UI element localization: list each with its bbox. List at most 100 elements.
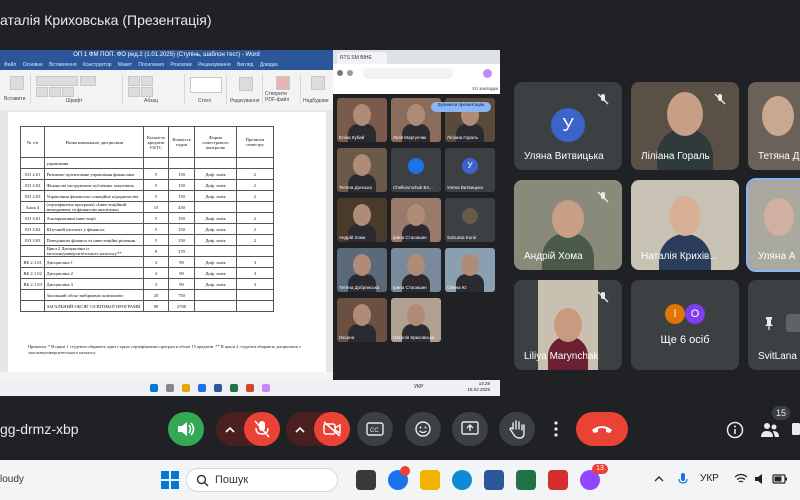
table-cell: 5 [143,223,169,235]
ribbon-tab[interactable]: Основне [23,62,43,68]
mini-participant-tile[interactable]: Олена Ю [445,248,495,292]
ribbon-tab[interactable]: Вигляд [237,62,253,68]
reload-icon[interactable] [347,70,353,76]
audio-button[interactable] [168,412,204,446]
info-icon[interactable] [726,421,744,439]
more-participants-tile[interactable]: І О Ще 6 осіб [631,280,739,370]
pin-icon[interactable] [762,316,776,330]
ribbon-tab[interactable]: Файл [4,62,16,68]
shared-screen: ОП 1 ФМ ПОП. ФО ред.2 (1.01.2025) (Ступі… [0,50,500,396]
task-view-icon[interactable] [356,470,376,490]
raise-hand-button[interactable] [499,412,535,446]
participant-name: Liliya Marynchak [524,351,599,362]
align-left-icon[interactable] [128,87,140,97]
bold-icon[interactable] [36,87,48,97]
mini-participant-tile[interactable]: Тетяна Донська [337,148,387,192]
font-name-box[interactable] [36,76,78,86]
participant-tile[interactable]: Наталія Крихів... [631,180,739,270]
ribbon-tab[interactable]: Посилання [138,62,164,68]
ribbon-group-clipboard[interactable]: Вставити [2,74,31,104]
ribbon-tab[interactable]: Вставлення [49,62,76,68]
captions-button[interactable]: CC [357,412,393,446]
ribbon-group-styles[interactable]: Стилі [186,74,227,104]
battery-icon[interactable] [772,473,788,485]
ribbon-tab[interactable]: Конструктор [83,62,112,68]
mini-participant-tile[interactable]: У Уляна Витвицька [445,148,495,192]
ribbon-tab[interactable]: Розсилки [170,62,191,68]
ribbon-tab[interactable]: Макет [118,62,132,68]
reactions-button[interactable] [405,412,441,446]
more-options-button[interactable] [545,412,567,446]
ribbon-group-pdf[interactable]: Створити PDF-файл [264,74,301,104]
participant-tile[interactable]: Тетяна Д [748,82,800,170]
microphone-control[interactable] [216,412,280,446]
table-cell: 2 [235,223,275,235]
ribbon-group-paragraph[interactable]: Абзац [124,74,185,104]
camera-toggle-button[interactable] [314,412,350,446]
all-bookmarks-link[interactable]: Усі закладки [472,84,498,94]
microphone-icon[interactable] [678,472,688,486]
styles-gallery[interactable] [190,77,222,93]
people-icon[interactable] [760,421,780,439]
inner-date: 18.02.2025 [467,387,490,392]
present-button[interactable] [452,412,488,446]
language-indicator[interactable]: УКР [700,473,719,484]
ribbon-tab[interactable]: Довідка [260,62,278,68]
document-page[interactable]: № з/п Назва навчальної дисципліни Кількі… [8,112,326,374]
participant-tile[interactable]: У Уляна Витвицька [514,82,622,170]
file-explorer-icon[interactable] [420,470,440,490]
bullets-icon[interactable] [128,76,140,86]
taskbar-search[interactable]: Пошук [186,468,338,492]
address-bar[interactable] [363,68,453,79]
excel-icon[interactable] [516,470,536,490]
ribbon-tab[interactable]: Рецензування [198,62,231,68]
word-icon[interactable] [484,470,504,490]
mini-participant-tile[interactable]: Ірина Стасишин [391,248,441,292]
table-cell: 15 [143,201,169,213]
wifi-icon[interactable] [734,473,748,485]
weather-widget[interactable]: loudy [0,474,24,485]
chevron-up-icon[interactable] [294,424,306,434]
leave-call-button[interactable] [576,412,628,446]
participant-tile-speaking[interactable]: Уляна А [746,178,800,272]
participant-name: Андрій Хома [524,251,583,262]
chevron-up-icon[interactable] [224,424,236,434]
align-center-icon[interactable] [141,87,153,97]
mini-participant-tile[interactable]: Chelkovnichuk Вл... [391,148,441,192]
windows-start-icon[interactable] [160,470,180,490]
mini-participant-tile[interactable]: Еліна Кубай [337,98,387,142]
underline-icon[interactable] [62,87,74,97]
profile-avatar[interactable] [483,69,492,78]
ribbon-group-editing[interactable]: Редагування [228,74,263,104]
stop-presenting-button[interactable]: Зупинити презентацію [431,102,491,112]
inner-clock: 14:29 18.02.2025 [467,381,490,393]
camera-control[interactable] [286,412,350,446]
mini-participant-tile[interactable]: Ірина Стасишин [391,198,441,242]
italic-icon[interactable] [49,87,61,97]
volume-icon[interactable] [754,473,768,485]
acrobat-icon[interactable] [548,470,568,490]
mic-toggle-button[interactable] [244,412,280,446]
participant-tile[interactable]: Ліліана Гораль [631,82,739,170]
presentation-title: аталія Криховська (Презентація) [0,12,212,28]
back-icon[interactable] [337,70,343,76]
ribbon-group-addins[interactable]: Надбудови [302,74,332,104]
font-size-box[interactable] [80,76,96,86]
mini-participant-tile[interactable]: Тетяна Добрянська [337,248,387,292]
mini-participant-tile[interactable]: SvitLana Kurul [445,198,495,242]
unread-badge: 13 [592,464,608,474]
participant-tile[interactable]: SvitLana [748,280,800,370]
mini-participant-tile[interactable]: Андрій Хома [337,198,387,242]
table-cell: 5 [143,234,169,246]
mini-participant-tile[interactable]: Наталія Криховська [391,298,441,342]
participant-tile[interactable]: Liliya Marynchak [514,280,622,370]
chat-icon[interactable] [792,421,800,439]
participant-tile[interactable]: Андрій Хома [514,180,622,270]
edge-icon[interactable] [452,470,472,490]
chevron-up-icon[interactable] [654,474,664,484]
browser-tab[interactable]: RTS SM ВІНЕ рейти... [337,52,387,73]
mini-participant-name: Уляна Витвицька [447,185,483,190]
numbering-icon[interactable] [141,76,153,86]
ribbon-group-font[interactable]: Шрифт [32,74,123,104]
mini-participant-tile[interactable]: Оксана [337,298,387,342]
